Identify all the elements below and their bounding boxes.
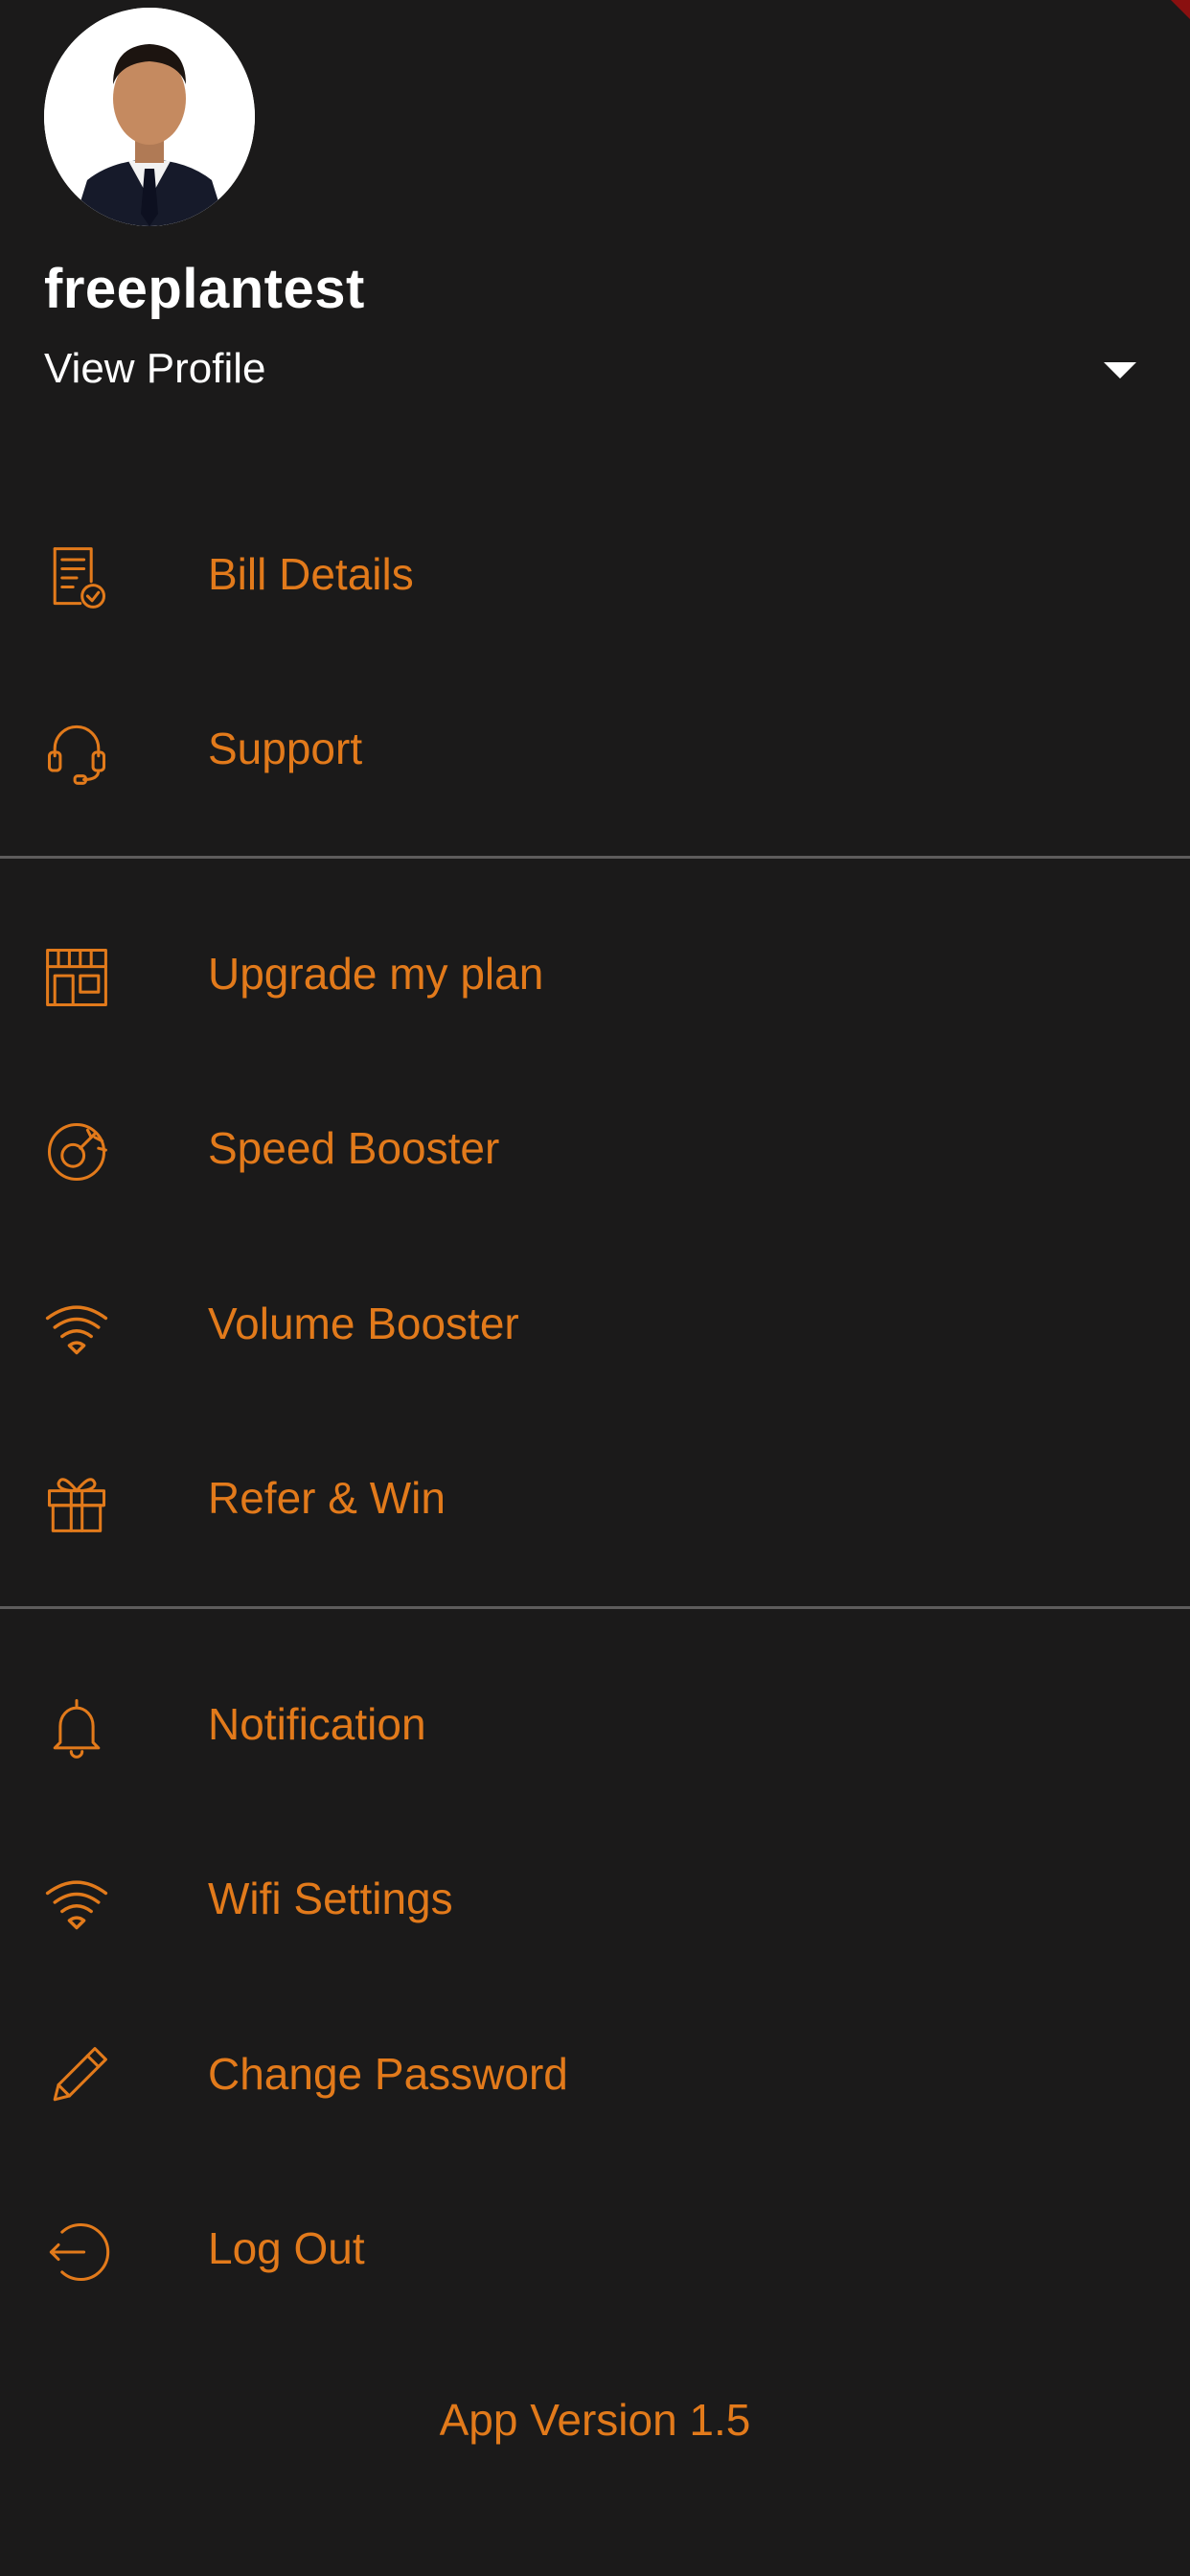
menu-item-notification[interactable]: Notification [0,1648,1190,1792]
menu-item-label: Speed Booster [208,1123,500,1173]
logout-icon [40,2216,113,2288]
menu-divider [0,856,1190,859]
menu-item-label: Log Out [208,2223,365,2273]
menu-item-label: Notification [208,1699,426,1749]
menu-item-label: Refer & Win [208,1473,446,1523]
app-version: App Version 1.5 [439,2395,751,2445]
menu-item-label: Volume Booster [208,1299,519,1348]
menu-item-label: Upgrade my plan [208,949,544,999]
menu-item-label: Wifi Settings [208,1874,453,1923]
bell-icon [40,1691,113,1764]
speedometer-icon [40,1116,113,1188]
wifi-icon [40,1291,113,1364]
menu-item-wifi-settings[interactable]: Wifi Settings [0,1823,1190,1966]
menu-item-speed-booster[interactable]: Speed Booster [0,1072,1190,1216]
menu-item-label: Bill Details [208,549,414,599]
avatar-photo [44,8,255,226]
menu-item-support[interactable]: Support [0,673,1190,816]
menu-item-refer-win[interactable]: Refer & Win [0,1422,1190,1566]
corner-accent [1171,0,1190,19]
menu-item-change-password[interactable]: Change Password [0,1998,1190,2142]
store-icon [40,941,113,1014]
menu-item-bill-details[interactable]: Bill Details [0,498,1190,642]
username: freeplantest [44,258,365,320]
chevron-down-icon[interactable] [1104,362,1136,379]
menu-item-log-out[interactable]: Log Out [0,2173,1190,2316]
wifi-icon [40,1866,113,1939]
view-profile-link[interactable]: View Profile [44,345,266,393]
avatar[interactable] [44,8,255,226]
menu-item-upgrade-plan[interactable]: Upgrade my plan [0,898,1190,1042]
gift-icon [40,1465,113,1538]
menu-item-volume-booster[interactable]: Volume Booster [0,1248,1190,1392]
menu-item-label: Change Password [208,2049,568,2099]
bill-icon [40,541,113,614]
headset-icon [40,716,113,789]
menu-item-label: Support [208,724,363,773]
menu-divider [0,1606,1190,1609]
pencil-icon [40,2041,113,2114]
